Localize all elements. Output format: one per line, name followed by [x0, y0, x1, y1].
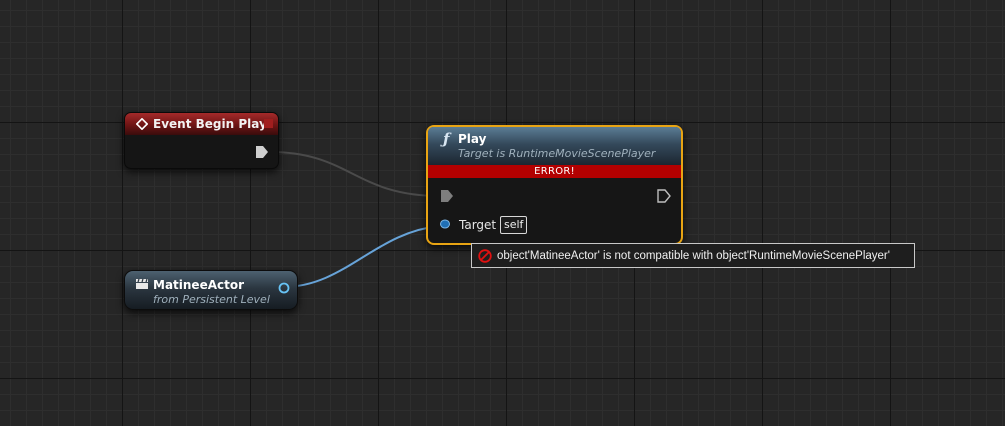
actor-node-title: MatineeActor	[153, 278, 245, 292]
exec-output-pin[interactable]	[255, 145, 269, 159]
play-function-node[interactable]: ƒ Play Target is RuntimeMovieScenePlayer…	[426, 125, 683, 245]
exec-wire[interactable]	[269, 151, 441, 197]
matinee-actor-node[interactable]: MatineeActor from Persistent Level	[124, 270, 298, 310]
blueprint-graph-canvas[interactable]: Event Begin Play ƒ Play Target is Runtim…	[0, 0, 1005, 426]
error-banner: ERROR!	[428, 165, 681, 178]
event-diamond-icon	[136, 118, 148, 130]
object-output-pin[interactable]	[278, 282, 290, 294]
clapperboard-icon	[136, 278, 148, 289]
target-default-value[interactable]: self	[500, 216, 528, 234]
event-node-header[interactable]: Event Begin Play	[125, 113, 278, 135]
play-node-header[interactable]: ƒ Play Target is RuntimeMovieScenePlayer	[428, 127, 681, 165]
object-wire[interactable]	[282, 225, 441, 288]
exec-output-pin[interactable]	[657, 189, 671, 203]
event-begin-play-node[interactable]: Event Begin Play	[124, 112, 279, 169]
function-icon: ƒ	[443, 130, 450, 148]
play-node-title: Play	[458, 132, 487, 146]
delegate-pin[interactable]	[264, 119, 273, 128]
play-node-subtitle: Target is RuntimeMovieScenePlayer	[458, 147, 656, 160]
event-node-title: Event Begin Play	[153, 117, 267, 131]
error-no-entry-icon	[478, 248, 492, 263]
exec-input-pin[interactable]	[440, 189, 454, 203]
target-input-pin[interactable]	[440, 219, 452, 229]
actor-node-subtitle: from Persistent Level	[153, 293, 270, 306]
error-tooltip: object'MatineeActor' is not compatible w…	[471, 243, 915, 268]
tooltip-message: object'MatineeActor' is not compatible w…	[497, 249, 890, 262]
target-pin-label: Target	[459, 218, 497, 232]
